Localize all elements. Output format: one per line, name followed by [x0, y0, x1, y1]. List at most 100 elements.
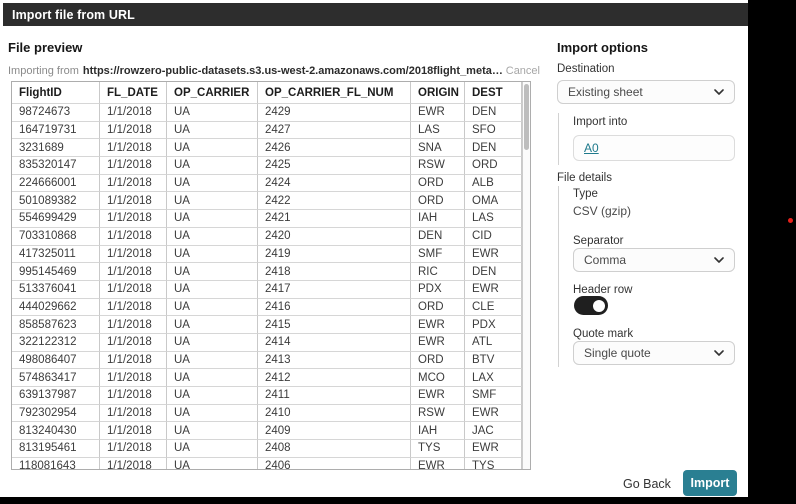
- table-cell: 118081643: [12, 457, 100, 469]
- table-cell: 1/1/2018: [100, 404, 167, 423]
- table-cell: UA: [167, 422, 258, 441]
- header-row-toggle[interactable]: [574, 296, 608, 315]
- table-row: 501089382 1/1/2018 UA 2422 ORD OMA: [12, 192, 522, 211]
- table-cell: UA: [167, 104, 258, 122]
- table-cell: 2418: [258, 263, 411, 281]
- table-row: 3231689 1/1/2018 UA 2426 SNA DEN: [12, 139, 522, 158]
- table-cell: 1/1/2018: [100, 333, 167, 352]
- table-cell: 835320147: [12, 157, 100, 175]
- table-cell: RSW: [411, 404, 465, 423]
- table-cell: DEN: [465, 139, 522, 158]
- table-row: 995145469 1/1/2018 UA 2418 RIC DEN: [12, 263, 522, 281]
- table-cell: EWR: [411, 457, 465, 469]
- table-cell: UA: [167, 351, 258, 370]
- table-cell: UA: [167, 457, 258, 469]
- table-cell: UA: [167, 369, 258, 387]
- table-cell: 858587623: [12, 316, 100, 334]
- table-cell: UA: [167, 121, 258, 140]
- cancel-link[interactable]: Cancel: [506, 65, 540, 77]
- table-header-cell: FlightID: [12, 82, 100, 104]
- table-cell: 1/1/2018: [100, 316, 167, 334]
- dialog-title-bar: Import file from URL: [3, 3, 748, 26]
- file-preview-heading: File preview: [8, 40, 83, 55]
- table-cell: EWR: [465, 280, 522, 299]
- table-cell: ALB: [465, 174, 522, 193]
- table-row: 224666001 1/1/2018 UA 2424 ORD ALB: [12, 174, 522, 193]
- table-cell: EWR: [411, 333, 465, 352]
- table-cell: 1/1/2018: [100, 174, 167, 193]
- import-into-field[interactable]: A0: [573, 135, 735, 161]
- table-scrollbar[interactable]: [522, 82, 530, 469]
- table-cell: UA: [167, 316, 258, 334]
- cell-reference-link[interactable]: A0: [584, 141, 599, 155]
- table-cell: 2410: [258, 404, 411, 423]
- table-cell: EWR: [411, 387, 465, 405]
- table-cell: TYS: [411, 440, 465, 458]
- table-cell: 1/1/2018: [100, 440, 167, 458]
- toggle-knob: [593, 299, 605, 312]
- table-cell: 792302954: [12, 404, 100, 423]
- table-cell: 2409: [258, 422, 411, 441]
- table-cell: 1/1/2018: [100, 457, 167, 469]
- importing-from-label: Importing from: [8, 64, 79, 77]
- table-cell: BTV: [465, 351, 522, 370]
- screenshot-black-margin-right: [748, 0, 796, 504]
- table-row: 164719731 1/1/2018 UA 2427 LAS SFO: [12, 121, 522, 140]
- destination-select[interactable]: Existing sheet: [557, 80, 735, 104]
- chevron-down-icon: [714, 257, 724, 263]
- separator-select[interactable]: Comma: [573, 248, 735, 272]
- import-url-text: https://rowzero-public-datasets.s3.us-we…: [82, 64, 506, 77]
- table-row: 574863417 1/1/2018 UA 2412 MCO LAX: [12, 369, 522, 387]
- screenshot-black-margin-bottom: [0, 497, 796, 504]
- table-cell: 417325011: [12, 245, 100, 264]
- table-cell: 2408: [258, 440, 411, 458]
- type-label: Type: [573, 188, 598, 200]
- table-cell: 513376041: [12, 280, 100, 299]
- table-cell: SMF: [465, 387, 522, 405]
- table-cell: ORD: [411, 174, 465, 193]
- table-cell: 2412: [258, 369, 411, 387]
- table-cell: 501089382: [12, 192, 100, 211]
- table-cell: 2416: [258, 298, 411, 317]
- table-cell: 1/1/2018: [100, 245, 167, 264]
- table-cell: 2421: [258, 210, 411, 228]
- go-back-button[interactable]: Go Back: [617, 474, 677, 494]
- table-cell: CID: [465, 227, 522, 246]
- table-row: 118081643 1/1/2018 UA 2406 EWR TYS: [12, 457, 522, 469]
- table-row: 858587623 1/1/2018 UA 2415 EWR PDX: [12, 316, 522, 334]
- table-cell: UA: [167, 174, 258, 193]
- table-cell: 2424: [258, 174, 411, 193]
- table-cell: 1/1/2018: [100, 227, 167, 246]
- import-button[interactable]: Import: [683, 470, 737, 496]
- table-cell: EWR: [465, 440, 522, 458]
- table-cell: JAC: [465, 422, 522, 441]
- table-cell: 1/1/2018: [100, 351, 167, 370]
- table-cell: UA: [167, 245, 258, 264]
- table-row: 813195461 1/1/2018 UA 2408 TYS EWR: [12, 440, 522, 458]
- table-cell: 1/1/2018: [100, 298, 167, 317]
- table-cell: 2406: [258, 457, 411, 469]
- table-cell: DEN: [465, 263, 522, 281]
- table-cell: 1/1/2018: [100, 280, 167, 299]
- table-cell: 995145469: [12, 263, 100, 281]
- table-cell: 2426: [258, 139, 411, 158]
- table-cell: RIC: [411, 263, 465, 281]
- table-cell: 2411: [258, 387, 411, 405]
- table-cell: 1/1/2018: [100, 104, 167, 122]
- table-cell: PDX: [465, 316, 522, 334]
- table-scrollbar-thumb[interactable]: [524, 84, 529, 150]
- table-row: 444029662 1/1/2018 UA 2416 ORD CLE: [12, 298, 522, 317]
- table-cell: 1/1/2018: [100, 139, 167, 158]
- separator-label: Separator: [573, 235, 624, 247]
- table-cell: 2415: [258, 316, 411, 334]
- table-cell: RSW: [411, 157, 465, 175]
- table-cell: 224666001: [12, 174, 100, 193]
- file-details-indent-line: [558, 186, 559, 367]
- quote-mark-select[interactable]: Single quote: [573, 341, 735, 365]
- table-row: 554699429 1/1/2018 UA 2421 IAH LAS: [12, 210, 522, 228]
- chevron-down-icon: [714, 350, 724, 356]
- table-cell: 498086407: [12, 351, 100, 370]
- table-cell: PDX: [411, 280, 465, 299]
- table-row: 792302954 1/1/2018 UA 2410 RSW EWR: [12, 404, 522, 423]
- table-cell: UA: [167, 298, 258, 317]
